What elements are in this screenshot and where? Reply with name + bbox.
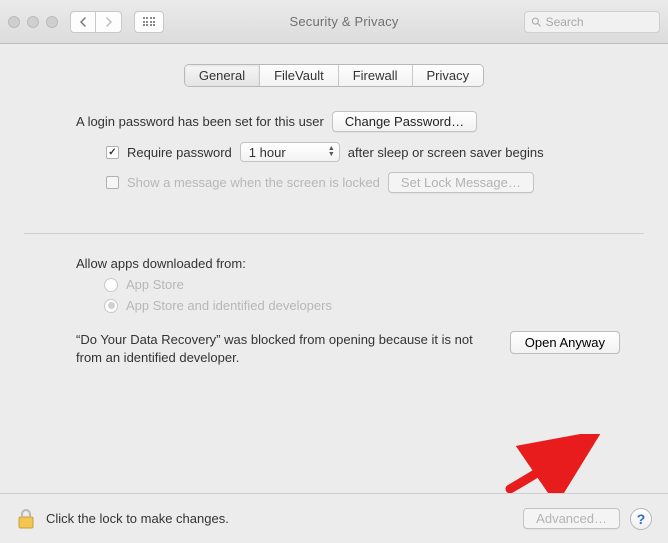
back-button[interactable] [70,11,96,33]
allow-appstore-radio [104,278,118,292]
tab-filevault[interactable]: FileVault [260,65,339,86]
tab-general[interactable]: General [185,65,260,86]
login-password-text: A login password has been set for this u… [76,114,324,129]
open-anyway-button[interactable]: Open Anyway [510,331,620,354]
select-arrows-icon: ▲▼ [328,146,335,158]
allow-identified-row: App Store and identified developers [104,298,644,313]
grid-icon [143,17,156,26]
titlebar: Security & Privacy [0,0,668,44]
search-field[interactable] [524,11,660,33]
allow-apps-heading: Allow apps downloaded from: [76,256,644,271]
show-message-row: Show a message when the screen is locked… [106,172,644,193]
help-button[interactable]: ? [630,508,652,530]
zoom-window-icon[interactable] [46,16,58,28]
content-area: General FileVault Firewall Privacy A log… [0,44,668,493]
tabs: General FileVault Firewall Privacy [184,64,484,87]
tab-privacy[interactable]: Privacy [413,65,484,86]
lock-text: Click the lock to make changes. [46,511,513,526]
minimize-window-icon[interactable] [27,16,39,28]
tab-firewall[interactable]: Firewall [339,65,413,86]
general-panel: A login password has been set for this u… [0,87,668,366]
require-password-delay-value: 1 hour [249,145,286,160]
show-message-checkbox[interactable] [106,176,119,189]
footer: Click the lock to make changes. Advanced… [0,493,668,543]
allow-identified-label: App Store and identified developers [126,298,332,313]
lock-icon[interactable] [16,507,36,531]
require-password-row: Require password 1 hour ▲▼ after sleep o… [106,142,644,162]
nav-group [70,11,122,33]
require-password-checkbox[interactable] [106,146,119,159]
allow-identified-radio [104,299,118,313]
search-input[interactable] [546,15,653,29]
allow-appstore-label: App Store [126,277,184,292]
blocked-app-message: “Do Your Data Recovery” was blocked from… [76,331,498,366]
forward-button[interactable] [96,11,122,33]
annotation-arrow-icon [498,434,603,494]
window-title: Security & Privacy [170,14,518,29]
set-lock-message-button: Set Lock Message… [388,172,534,193]
require-password-delay-select[interactable]: 1 hour ▲▼ [240,142,340,162]
close-window-icon[interactable] [8,16,20,28]
blocked-app-row: “Do Your Data Recovery” was blocked from… [24,331,644,366]
advanced-button[interactable]: Advanced… [523,508,620,529]
change-password-button[interactable]: Change Password… [332,111,477,132]
section-divider [24,233,644,234]
show-message-label: Show a message when the screen is locked [127,175,380,190]
show-all-button[interactable] [134,11,164,33]
allow-apps-section: Allow apps downloaded from: App Store Ap… [24,256,644,313]
require-password-label: Require password [127,145,232,160]
tabs-container: General FileVault Firewall Privacy [0,44,668,87]
allow-appstore-row: App Store [104,277,644,292]
login-password-row: A login password has been set for this u… [76,111,644,132]
window-controls [8,16,58,28]
after-sleep-text: after sleep or screen saver begins [348,145,544,160]
search-icon [531,16,542,28]
